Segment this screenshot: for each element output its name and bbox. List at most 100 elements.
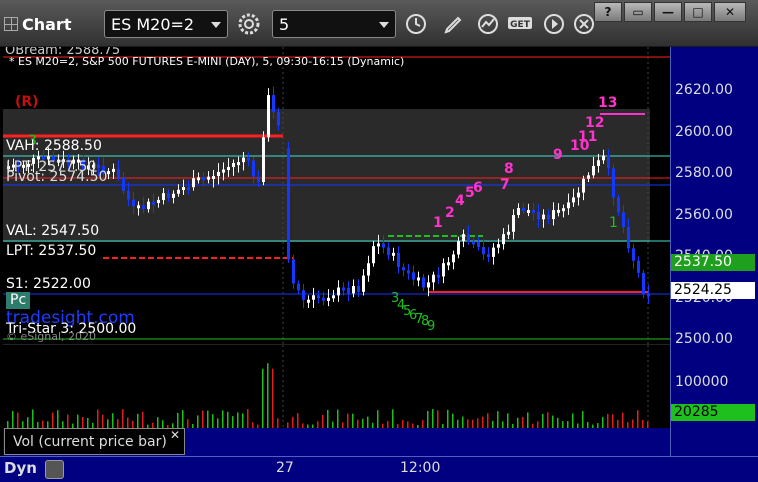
candle-body [607,155,610,169]
pc-label: Pc [6,292,31,309]
play-icon[interactable] [540,10,568,38]
volume-bar [447,409,449,429]
chart-header: * ES M20=2, S&P 500 FUTURES E-MINI (DAY)… [9,55,405,68]
candle-body [582,178,585,193]
candle-body [162,193,165,200]
volume-study-label[interactable]: Vol (current price bar) [4,428,185,455]
candle-body [517,207,520,216]
candle-body [192,178,195,188]
candle-body [262,137,265,183]
symbol-select[interactable]: ES M20=2 [104,10,228,38]
interval-value: 5 [279,14,290,34]
maximize-button[interactable]: □ [684,2,712,22]
volume-panel[interactable] [3,344,670,429]
candle-body [407,270,410,274]
volume-bar [637,410,639,429]
candlestick-chart[interactable]: 124 56 78910111213313456789 [3,47,670,344]
app-title-text: Chart [22,14,72,34]
volume-bar [212,414,214,429]
volume-bar [392,409,394,429]
candle-body [477,241,480,248]
time-tick: 27 [276,460,294,476]
volume-bar [622,412,624,429]
restore-button[interactable]: ▭ [624,2,652,22]
candle-body [447,262,450,266]
interval-select[interactable]: 5 [272,10,396,38]
volume-bar [207,410,209,429]
candle-body [427,282,430,288]
volume-bar [112,413,114,429]
candle-body [187,187,190,191]
volume-bar [322,414,324,429]
lpt-label: LPT: 2537.50 [6,243,97,259]
volume-bars [7,345,649,429]
minimize-button[interactable]: — [654,2,682,22]
candle-body [527,210,530,214]
price-tick: 2560.00 [675,207,733,223]
candle-body [97,164,100,168]
candle-body [627,227,630,249]
candle-body [457,241,460,255]
price-axis[interactable]: 2620.00 2600.00 2580.00 2560.00 2540.00 … [670,47,758,347]
pencil-icon[interactable] [440,10,468,38]
volume-bar [552,415,554,429]
get-data-icon[interactable]: GET [506,10,534,38]
clock-icon[interactable] [402,10,430,38]
volume-bar [527,412,529,429]
time-axis[interactable]: Dyn 27 12:00 [0,456,758,482]
price-chart[interactable]: 1 2 4 5 6 7 8 9 10 11 12 13 3 1 3 4 5 6 7 8 9 OBream: 2588.7… [3,47,670,344]
grid-icon [4,17,18,31]
candle-body [462,234,465,242]
volume-bar [487,413,489,429]
dyn-label[interactable]: Dyn [4,459,37,477]
candle-body [562,208,565,212]
help-button[interactable]: ? [594,2,622,22]
candle-body [432,274,435,283]
chevron-down-icon[interactable] [379,22,389,28]
candle-body [347,287,350,294]
volume-study-text: Vol (current price bar) [13,433,167,450]
volume-bar [297,413,299,429]
candle-body [217,171,220,177]
candle-body [417,277,420,281]
candle-body [537,211,540,220]
candle-body [327,297,330,301]
candle-body [357,285,360,292]
candle-body [412,272,415,280]
volume-bar [377,410,379,429]
candle-body [287,148,290,260]
sequence-count-up: 11 [578,129,597,145]
volume-bar [262,368,264,429]
candle-body [227,167,230,171]
volume-bar [12,410,14,429]
candle-body [117,168,120,178]
candle-body [232,163,235,168]
candle-body [317,295,320,299]
volume-bar [452,413,454,429]
volume-bar [17,412,19,429]
svg-text:GET: GET [510,20,531,30]
indicator-icon[interactable] [474,10,502,38]
candle-body [332,295,335,299]
sequence-count-down: 9 [427,319,435,334]
r-marker: (R) [15,94,39,110]
close-button[interactable]: ✕ [714,2,746,22]
candle-body [542,214,545,220]
candle-body [487,254,490,258]
volume-bar [182,410,184,429]
volume-bar [437,410,439,429]
gear-icon[interactable] [235,10,263,38]
vah-label: VAH: 2588.50 [6,138,102,154]
chevron-down-icon[interactable] [211,22,221,28]
sequence-count-up: 4 [455,193,465,209]
volume-bar [432,409,434,429]
sequence-count-up: 13 [598,95,617,111]
close-icon[interactable]: ✕ [170,428,180,442]
sequence-count-up: 1 [433,215,443,231]
candle-body [362,275,365,292]
volume-bar [542,413,544,429]
candle-body [212,176,215,180]
lock-icon[interactable] [45,460,64,479]
candle-body [267,95,270,138]
volume-bar [222,410,224,429]
